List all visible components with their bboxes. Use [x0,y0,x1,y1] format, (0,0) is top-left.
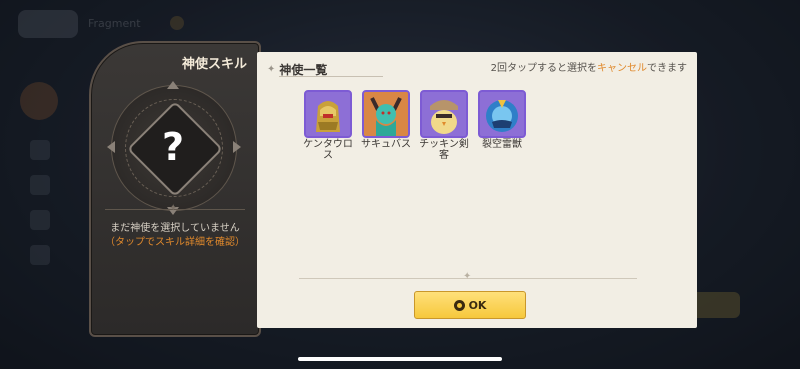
cancel-hint: 2回タップすると選択をキャンセルできます [491,59,687,74]
confirm-icon [453,299,465,311]
divider-star-icon: ✦ [463,271,472,282]
cancel-hint-prefix: 2回タップすると選択を [490,63,597,74]
ok-button[interactable]: OK [414,291,526,319]
skill-panel[interactable]: 神使スキル ? ✦ まだ神使を選択していません （タップでスキル詳細を確認） [89,41,261,337]
succubus-teal-portrait-icon[interactable] [362,90,410,138]
tap-hint-text[interactable]: （タップでスキル詳細を確認） [103,237,247,249]
ok-label: OK [468,298,487,312]
deity-list: ケンタウロス サキュバス チッキン剣客 裂空雷獣 [299,90,531,161]
deity-name: チッキン剣客 [419,139,469,161]
cancel-hint-suffix: できます [647,63,687,74]
deity-item-chicken-swordsman[interactable]: チッキン剣客 [415,90,473,161]
deity-select-panel: ✦ 神使一覧 2回タップすると選択をキャンセルできます ケンタウロス サキュバス… [257,52,697,328]
header-underline [279,76,383,77]
skill-panel-title: 神使スキル [181,57,247,72]
deity-name: ケンタウロス [303,139,353,161]
deity-item-centaur[interactable]: ケンタウロス [299,90,357,161]
cancel-hint-highlight: キャンセル [597,63,647,74]
deity-name: サキュバス [361,139,411,150]
chicken-swordsman-portrait-icon[interactable] [420,90,468,138]
deity-item-succubus[interactable]: サキュバス [357,90,415,161]
deity-name: 裂空雷獣 [482,139,522,150]
home-indicator[interactable] [298,357,502,361]
centaur-gold-portrait-icon[interactable] [304,90,352,138]
skill-emblem[interactable]: ? [107,81,241,215]
no-selection-text: まだ神使を選択していません [110,223,240,234]
divider-star-icon: ✦ [169,203,178,214]
deity-item-thunder-beast[interactable]: 裂空雷獣 [473,90,531,161]
question-mark-icon: ? [161,125,185,169]
header-star-icon: ✦ [267,64,276,75]
thunder-beast-blue-portrait-icon[interactable] [478,90,526,138]
